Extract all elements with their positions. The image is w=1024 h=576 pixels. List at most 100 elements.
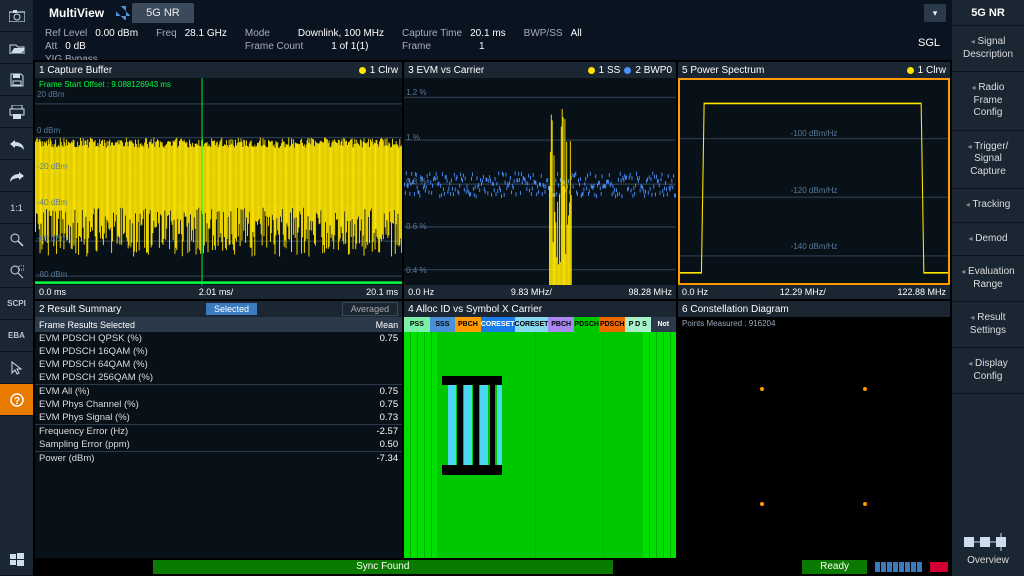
legend-swatch: PDSCH DMRS [599,317,625,332]
overview-button[interactable]: Overview [952,527,1024,576]
trace-dot-icon [624,67,631,74]
att-value: 0 dB [65,41,86,52]
pane-capture-buffer[interactable]: 1 Capture Buffer 1 Clrw Frame Start Offs… [35,62,402,299]
summary-row: EVM Phys Channel (%)0.75 [35,398,402,411]
summary-rows: EVM PDSCH QPSK (%)0.75EVM PDSCH 16QAM (%… [35,332,402,574]
softkey-result-settings[interactable]: ◂ ResultSettings [952,302,1024,348]
pane-power-spectrum[interactable]: 5 Power Spectrum 1 Clrw -100 dBm/Hz -120… [678,62,950,299]
legend-swatch: SSS [430,317,456,332]
y-tick: -40 dBm [37,198,67,207]
alloc-grid [404,332,676,574]
summary-row: Power (dBm)-7.34 [35,451,402,465]
x-tick: 122.88 MHz [897,287,946,297]
softkey-signal-description[interactable]: ◂ SignalDescription [952,26,1024,72]
framecount-label: Frame Count [245,41,303,52]
save-icon[interactable] [0,64,33,96]
legend-swatch: CORESET DMRS [515,317,549,332]
trace-dot-icon [907,67,914,74]
main-area: MultiView 5G NR ▾ Ref Level 0.00 dBm Att 0… [33,0,952,576]
trace-label: 1 Clrw [370,65,398,76]
y-tick: -20 dBm [37,162,67,171]
zoom-icon[interactable] [0,224,33,256]
level-bars-icon [867,562,930,572]
y-tick: -100 dBm/Hz [791,129,838,138]
y-tick: 0 dBm [37,126,67,135]
help-icon[interactable]: ? [0,384,33,416]
softkey-demod[interactable]: ◂ Demod [952,223,1024,257]
pane-result-summary[interactable]: 2 Result Summary Selected Averaged Frame… [35,301,402,574]
pane-evm-carrier[interactable]: 3 EVM vs Carrier 1 SS2 BWP0 1.2 % 1 % 0.… [404,62,676,299]
summary-row: Sampling Error (ppm)0.50 [35,438,402,451]
softkey-radio-frame-config[interactable]: ◂ RadioFrameConfig [952,72,1024,131]
x-tick: 20.1 ms [366,287,398,297]
mode-label: 5G NR [952,0,1024,26]
pane-constellation[interactable]: 6 Constellation Diagram Points Measured … [678,301,950,574]
overview-label: Overview [967,555,1009,566]
trace-label: 1 Clrw [918,65,946,76]
y-tick: 20 dBm [37,90,67,99]
legend-swatch: P D S CH [625,317,651,332]
summary-row: EVM PDSCH 64QAM (%) [35,358,402,371]
summary-row: EVM PDSCH 256QAM (%) [35,371,402,384]
softkey-display-config[interactable]: ◂ DisplayConfig [952,348,1024,394]
summary-row: EVM All (%)0.75 [35,384,402,398]
pane-title: 2 Result Summary [39,304,121,315]
y-tick: 0.4 % [406,266,426,275]
multiview-icon [116,6,130,20]
pane-title: 3 EVM vs Carrier [408,65,484,76]
tab-dropdown-icon[interactable]: ▾ [924,4,946,22]
summary-row: EVM PDSCH 16QAM (%) [35,345,402,358]
x-tick: 0.0 Hz [682,287,708,297]
windows-icon[interactable] [0,544,33,576]
tab-bar: MultiView 5G NR ▾ [33,0,952,26]
y-tick: -140 dBm/Hz [791,242,838,251]
x-tick: 0.0 Hz [408,287,434,297]
pane-title: 4 Alloc ID vs Symbol X Carrier [408,304,542,315]
capturetime-label: Capture Time [402,28,462,39]
x-tick: 9.83 MHz/ [511,287,552,297]
y-tick: -120 dBm/Hz [791,186,838,195]
ready-status: Ready [802,560,867,574]
softkey-tracking[interactable]: ◂ Tracking [952,189,1024,223]
eba-button[interactable]: EBA [0,320,33,352]
open-icon[interactable] [0,32,33,64]
summary-row: EVM Phys Signal (%)0.73 [35,411,402,424]
tab-5gnr[interactable]: 5G NR [132,3,194,23]
legend-swatch: PDSCH [574,317,600,332]
pointer-icon[interactable] [0,352,33,384]
softkey-trigger-signal-capture[interactable]: ◂ Trigger/SignalCapture [952,131,1024,190]
zoom-11-icon[interactable]: 1:1 [0,192,33,224]
redo-icon[interactable] [0,160,33,192]
summary-row: EVM PDSCH QPSK (%)0.75 [35,332,402,345]
scpi-button[interactable]: SCPI [0,288,33,320]
att-label: Att [45,41,57,52]
sync-status: Sync Found [153,560,613,574]
overview-icon [964,533,1012,551]
legend-swatch: PBCH [455,317,481,332]
mode-value: Downlink, 100 MHz [298,28,384,39]
x-tick: 98.28 MHz [629,287,673,297]
trace-label: 1 SS [599,65,621,76]
tab-averaged[interactable]: Averaged [342,302,398,316]
tab-selected[interactable]: Selected [206,303,257,315]
print-icon[interactable] [0,96,33,128]
y-tick: 0.6 % [406,222,426,231]
camera-icon[interactable] [0,0,33,32]
softkey-evaluation-range[interactable]: ◂ EvaluationRange [952,256,1024,302]
record-indicator-icon [930,562,948,572]
points-measured-label: Points Measured : 916204 [682,319,775,328]
legend-swatch: CORESET [481,317,515,332]
ref-level-value: 0.00 dBm [95,28,138,39]
x-tick: 12.29 MHz/ [780,287,826,297]
undo-icon[interactable] [0,128,33,160]
frame-value: 1 [479,41,485,52]
y-tick: 1.2 % [406,88,426,97]
x-tick: 0.0 ms [39,287,66,297]
y-tick: 0.8 % [406,177,426,186]
pane-title: 1 Capture Buffer [39,65,112,76]
zoom-area-icon[interactable] [0,256,33,288]
sgl-indicator: SGL [918,37,940,49]
ref-level-label: Ref Level [45,28,87,39]
pane-alloc-id[interactable]: 4 Alloc ID vs Symbol X Carrier PSSSSSPBC… [404,301,676,574]
multiview-label[interactable]: MultiView [39,2,114,24]
